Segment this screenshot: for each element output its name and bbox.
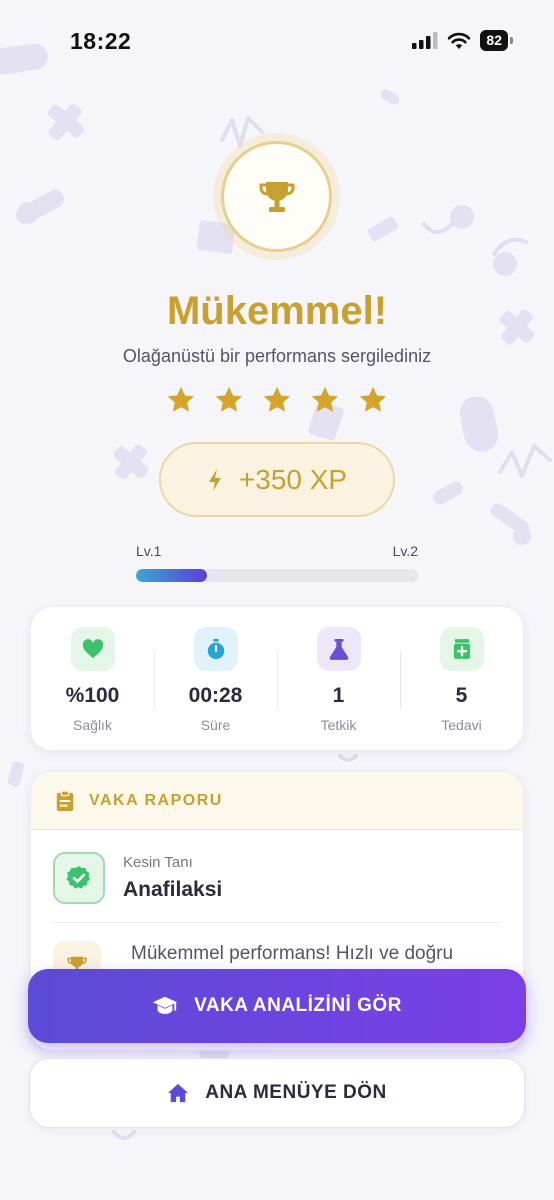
stat-value: 1 bbox=[332, 684, 345, 707]
diagnosis-badge bbox=[53, 852, 105, 904]
medicine-icon bbox=[453, 639, 470, 659]
stat-label: Sağlık bbox=[73, 717, 112, 733]
status-time: 18:22 bbox=[70, 28, 132, 54]
cellular-signal-icon bbox=[412, 32, 438, 49]
home-icon bbox=[168, 1083, 189, 1103]
result-subtitle: Olağanüstü bir performans sergilediniz bbox=[122, 346, 432, 366]
battery-indicator: 82 bbox=[480, 30, 513, 51]
star-icon bbox=[215, 386, 243, 412]
trophy-badge bbox=[221, 141, 332, 252]
diagnosis-text: Kesin Tanı Anafilaksi bbox=[123, 854, 222, 902]
star-icon bbox=[359, 386, 387, 412]
lightning-icon bbox=[208, 468, 221, 491]
report-header: VAKA RAPORU bbox=[31, 772, 523, 830]
main-menu-button[interactable]: ANA MENÜYE DÖN bbox=[29, 1058, 525, 1128]
heart-icon bbox=[82, 639, 103, 659]
level-next: Lv.2 bbox=[392, 543, 418, 559]
level-progress-bar bbox=[136, 569, 418, 582]
main-menu-label: ANA MENÜYE DÖN bbox=[205, 1082, 387, 1103]
diagnosis-label: Kesin Tanı bbox=[123, 854, 193, 871]
stat-time: 00:28 Süre bbox=[154, 607, 277, 750]
star-icon bbox=[167, 386, 195, 412]
xp-value: +350 XP bbox=[238, 463, 348, 495]
view-case-analysis-label: VAKA ANALİZİNİ GÖR bbox=[194, 995, 402, 1016]
stat-health: %100 Sağlık bbox=[31, 607, 154, 750]
graduation-cap-icon bbox=[153, 996, 178, 1014]
stat-treatments: 5 Tedavi bbox=[400, 607, 523, 750]
level-progress-fill bbox=[136, 569, 207, 582]
clipboard-icon bbox=[56, 789, 74, 811]
result-title: Mükemmel! bbox=[166, 289, 388, 333]
diagnosis-row: Kesin Tanı Anafilaksi bbox=[31, 830, 523, 904]
stat-label: Süre bbox=[200, 717, 231, 733]
diagnosis-value: Anafilaksi bbox=[123, 878, 223, 901]
stat-icon-box bbox=[439, 627, 484, 671]
verified-check-icon bbox=[66, 866, 91, 889]
report-title: VAKA RAPORU bbox=[89, 791, 223, 809]
trophy-icon bbox=[259, 181, 294, 212]
wifi-icon bbox=[448, 32, 471, 49]
stat-value: 00:28 bbox=[188, 684, 243, 707]
stat-tests: 1 Tetkik bbox=[277, 607, 400, 750]
star-icon bbox=[311, 386, 339, 412]
flask-icon bbox=[329, 639, 348, 660]
stat-value: 5 bbox=[455, 684, 468, 707]
view-case-analysis-button[interactable]: VAKA ANALİZİNİ GÖR bbox=[28, 969, 526, 1043]
stat-label: Tedavi bbox=[441, 717, 482, 733]
star-rating bbox=[0, 384, 554, 416]
stat-value: %100 bbox=[65, 684, 120, 707]
stat-icon-box bbox=[316, 627, 361, 671]
star-icon bbox=[263, 386, 291, 412]
stat-label: Tetkik bbox=[320, 717, 357, 733]
stat-icon-box bbox=[193, 627, 238, 671]
level-current: Lv.1 bbox=[136, 543, 162, 559]
status-bar: 18:22 82 bbox=[0, 0, 554, 80]
stats-card: %100 Sağlık 00:28 Süre 1 Tetkik 5 Tedavi bbox=[30, 606, 524, 751]
xp-reward-badge: +350 XP bbox=[159, 442, 395, 517]
stat-icon-box bbox=[70, 627, 115, 671]
stopwatch-icon bbox=[207, 638, 224, 660]
status-icons: 82 bbox=[412, 30, 513, 51]
